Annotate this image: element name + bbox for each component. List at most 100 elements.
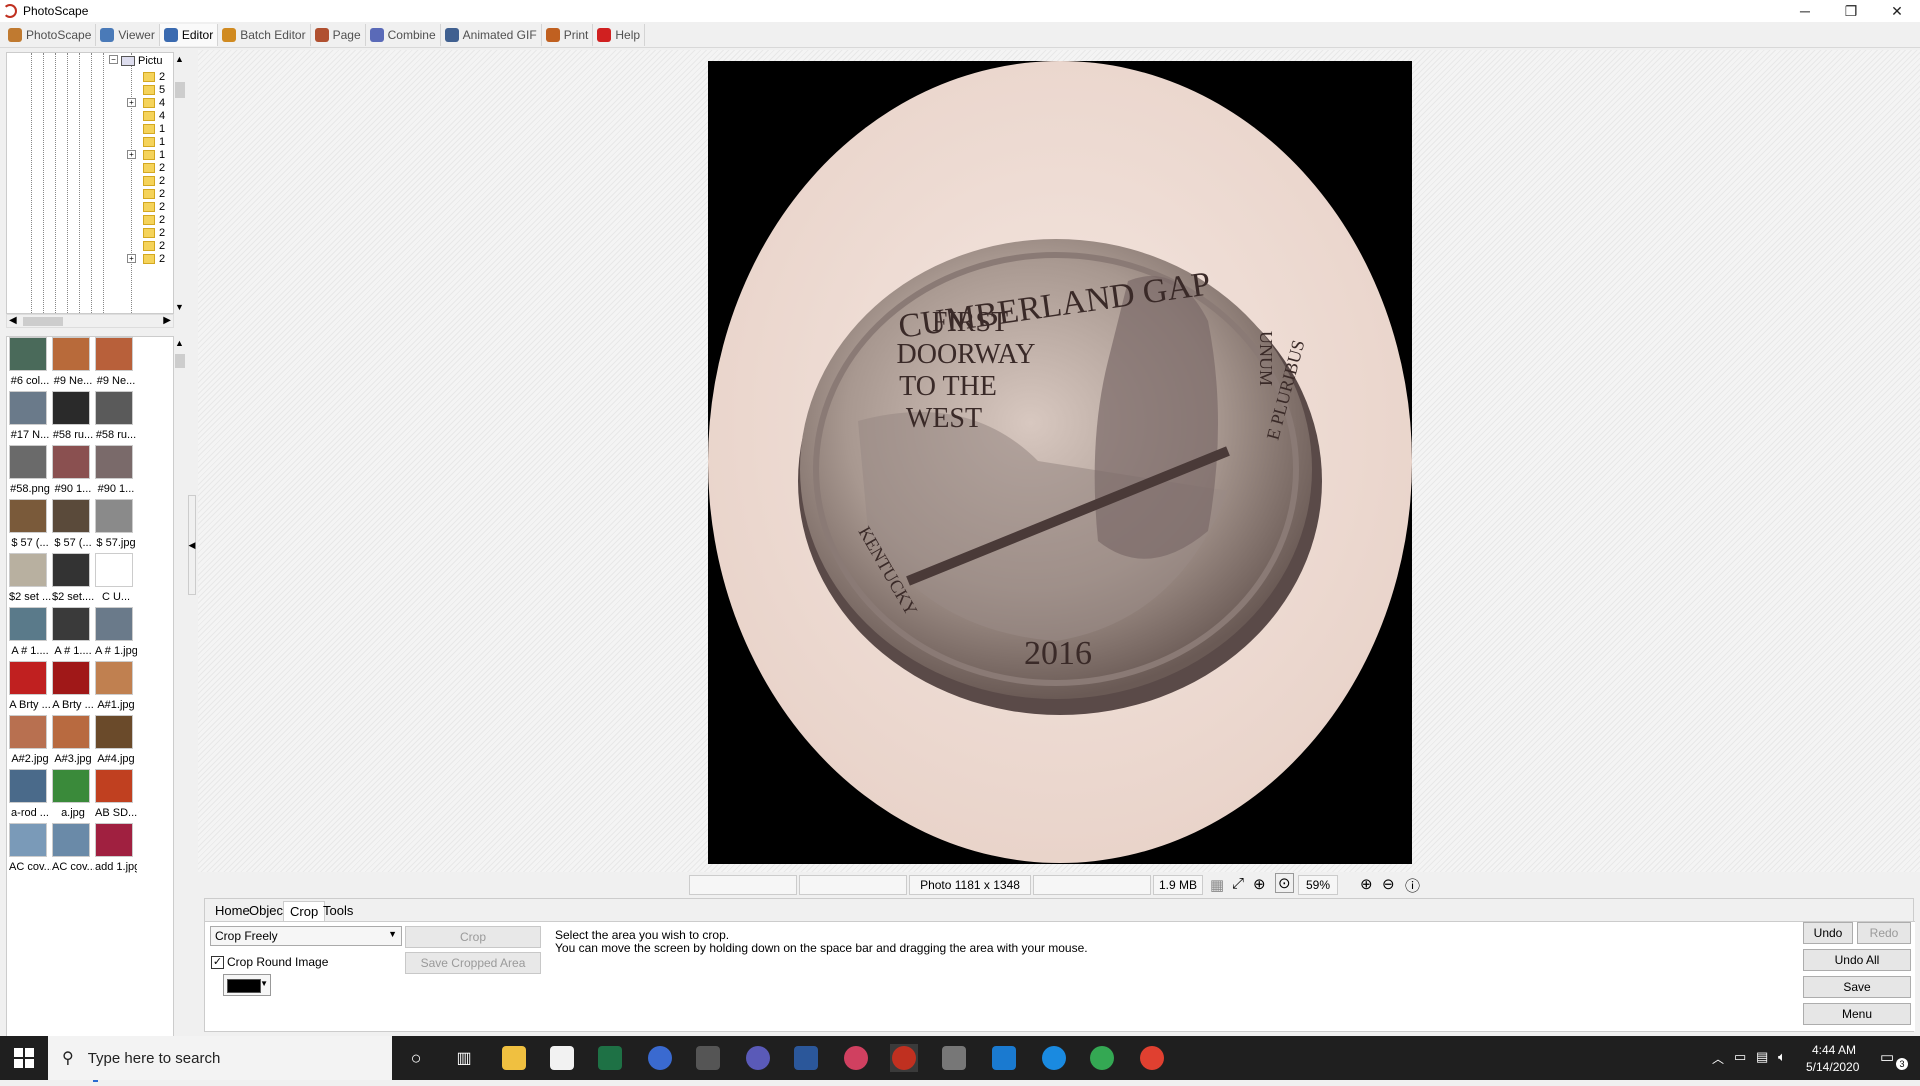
close-button[interactable]: ✕ bbox=[1874, 0, 1920, 22]
store-icon[interactable] bbox=[548, 1044, 576, 1072]
folder-icon bbox=[143, 228, 155, 238]
status-box-empty bbox=[1033, 875, 1151, 895]
expand-icon[interactable]: + bbox=[127, 150, 136, 159]
thumbnail-image bbox=[9, 769, 47, 803]
tree-horizontal-scrollbar[interactable]: ◀ ▶ bbox=[6, 314, 174, 328]
scroll-thumb[interactable] bbox=[23, 317, 63, 326]
thumbnail-image bbox=[95, 391, 133, 425]
clock-date[interactable]: 5/14/2020 bbox=[1806, 1060, 1859, 1074]
crop-mode-select[interactable]: Crop Freely ▼ bbox=[210, 926, 402, 946]
cortana-icon[interactable]: ○ bbox=[402, 1044, 430, 1072]
edge-icon[interactable] bbox=[1040, 1044, 1068, 1072]
excel-icon[interactable] bbox=[596, 1044, 624, 1072]
status-box-empty bbox=[689, 875, 797, 895]
photoscape-taskbar-icon[interactable] bbox=[890, 1044, 918, 1072]
network-icon[interactable]: ▤ bbox=[1756, 1049, 1768, 1065]
scroll-thumb[interactable] bbox=[175, 354, 185, 368]
crop-hint-line1: Select the area you wish to crop. bbox=[555, 928, 730, 942]
crop-round-checkbox[interactable]: ✓ bbox=[211, 956, 224, 969]
zoom-in-icon[interactable]: ⊕ bbox=[1360, 875, 1373, 893]
undo-button[interactable]: Undo bbox=[1803, 922, 1853, 944]
photoscape-logo-icon bbox=[3, 4, 17, 18]
tree-folder-item[interactable]: 2 bbox=[143, 251, 165, 267]
thumbnail-item[interactable]: add 1.jpg bbox=[95, 817, 147, 883]
photoscape-app-icon[interactable] bbox=[1138, 1044, 1166, 1072]
tree-vertical-scrollbar[interactable]: ▲ ▼ bbox=[174, 52, 186, 314]
pen-app-icon[interactable] bbox=[694, 1044, 722, 1072]
app-feather-icon[interactable] bbox=[646, 1044, 674, 1072]
actual-size-icon[interactable]: ⊕ bbox=[1253, 875, 1266, 893]
info-icon[interactable]: ⓘ bbox=[1405, 875, 1420, 896]
redo-button[interactable]: Redo bbox=[1857, 922, 1911, 944]
thumbnail-label: AC cov... bbox=[9, 861, 51, 873]
round-color-picker[interactable]: ▼ bbox=[223, 974, 271, 996]
tab-page[interactable]: Page bbox=[311, 23, 366, 46]
fit-screen-icon[interactable]: ⤢ bbox=[1232, 875, 1244, 892]
thumbnail-image bbox=[9, 607, 47, 641]
tab-photoscape[interactable]: PhotoScape bbox=[4, 23, 97, 46]
tab-combine[interactable]: Combine bbox=[366, 23, 441, 46]
minimize-button[interactable]: ─ bbox=[1782, 0, 1828, 22]
thumbnail-image bbox=[9, 823, 47, 857]
chevron-down-icon: ▼ bbox=[388, 929, 397, 939]
scroll-up-icon[interactable]: ▲ bbox=[175, 338, 184, 348]
task-view-icon[interactable]: ▥ bbox=[450, 1044, 478, 1072]
word-icon[interactable] bbox=[792, 1044, 820, 1072]
tab-icon bbox=[545, 27, 560, 42]
folder-icon bbox=[143, 241, 155, 251]
crop-button[interactable]: Crop bbox=[405, 926, 541, 948]
restore-button[interactable]: ❐ bbox=[1828, 0, 1874, 22]
zoom-out-icon[interactable]: ⊖ bbox=[1382, 875, 1395, 893]
thumbnail-image bbox=[52, 607, 90, 641]
tab-animated-gif[interactable]: Animated GIF bbox=[441, 23, 542, 46]
clock-time[interactable]: 4:44 AM bbox=[1812, 1043, 1856, 1057]
tree-root[interactable]: Pictu bbox=[121, 53, 162, 69]
collapse-icon[interactable]: − bbox=[109, 55, 118, 64]
notification-icon[interactable]: ▭ bbox=[1880, 1048, 1894, 1066]
scroll-left-icon[interactable]: ◀ bbox=[9, 315, 17, 326]
windows-start-icon[interactable] bbox=[14, 1048, 34, 1068]
scroll-down-icon[interactable]: ▼ bbox=[175, 302, 184, 312]
taskbar-search-box[interactable]: ⚲ Type here to search bbox=[48, 1036, 392, 1080]
tab-editor[interactable]: Editor bbox=[159, 23, 219, 46]
photo-dimensions: Photo 1181 x 1348 bbox=[909, 875, 1031, 895]
mail-icon[interactable] bbox=[990, 1044, 1018, 1072]
expand-icon[interactable]: + bbox=[127, 254, 136, 263]
coin-line3: TO THE bbox=[899, 371, 997, 402]
photo-image[interactable]: CUMBERLAND GAP FIRST DOORWAY TO THE WEST… bbox=[708, 61, 1412, 864]
panel-splitter[interactable]: ◀ bbox=[188, 495, 196, 595]
scroll-thumb[interactable] bbox=[175, 82, 185, 98]
thumbnail-grid[interactable]: #6 col... #9 Ne... #9 Ne... #17 N... #58 ru.… bbox=[6, 336, 174, 1064]
snip-sketch-icon[interactable] bbox=[940, 1044, 968, 1072]
save-cropped-area-button[interactable]: Save Cropped Area bbox=[405, 952, 541, 974]
tab-batch-editor[interactable]: Batch Editor bbox=[218, 23, 311, 46]
left-panel: − Pictu 2 5 4 +4 1 1 1 +2 2 2 2 2 2 2 2 + ▲ ▼ ◀ ▶ #6 co… bbox=[0, 50, 190, 1082]
tab-print[interactable]: Print bbox=[542, 23, 594, 46]
battery-icon[interactable]: ▭ bbox=[1734, 1049, 1746, 1065]
volume-icon[interactable]: 🔈︎ bbox=[1778, 1049, 1786, 1065]
checker-icon[interactable]: ▦ bbox=[1210, 876, 1224, 894]
thumbnail-scrollbar[interactable]: ▲ ▼ bbox=[174, 336, 186, 1064]
save-button[interactable]: Save bbox=[1803, 976, 1911, 998]
subtab-tools[interactable]: Tools bbox=[317, 901, 359, 921]
folder-tree[interactable]: − Pictu 2 5 4 +4 1 1 1 +2 2 2 2 2 2 2 2 + bbox=[6, 52, 174, 314]
chrome-icon[interactable] bbox=[1088, 1044, 1116, 1072]
tab-help[interactable]: Help bbox=[593, 23, 646, 46]
file-explorer-icon[interactable] bbox=[500, 1044, 528, 1072]
folder-icon bbox=[143, 215, 155, 225]
window-title: PhotoScape bbox=[23, 4, 89, 18]
thumbnail-image bbox=[95, 499, 133, 533]
zoom-fit-icon[interactable]: ⊙ bbox=[1275, 873, 1294, 893]
tab-viewer[interactable]: Viewer bbox=[96, 23, 160, 46]
search-placeholder: Type here to search bbox=[87, 1049, 221, 1067]
paint-3d-icon[interactable] bbox=[842, 1044, 870, 1072]
show-hidden-icons-icon[interactable]: ︿ bbox=[1712, 1050, 1724, 1067]
teams-icon[interactable] bbox=[744, 1044, 772, 1072]
scroll-up-icon[interactable]: ▲ bbox=[175, 54, 184, 64]
scroll-right-icon[interactable]: ▶ bbox=[163, 315, 171, 326]
undo-all-button[interactable]: Undo All bbox=[1803, 949, 1911, 971]
tab-icon bbox=[100, 27, 115, 42]
notification-count-badge: 3 bbox=[1896, 1058, 1908, 1070]
expand-icon[interactable]: + bbox=[127, 98, 136, 107]
menu-button[interactable]: Menu bbox=[1803, 1003, 1911, 1025]
